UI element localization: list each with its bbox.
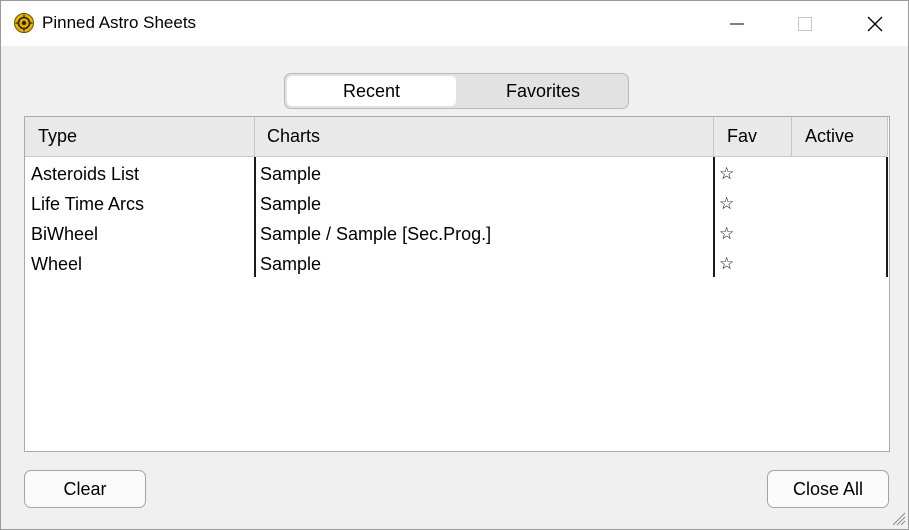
favorite-star-icon[interactable]: ☆ [719, 159, 734, 189]
title-bar[interactable]: Pinned Astro Sheets [1, 1, 908, 46]
table-row[interactable]: Asteroids List Sample ☆ [25, 159, 887, 189]
cell-type: Asteroids List [31, 163, 140, 184]
pinned-sheets-table: Type Charts Fav Active Asteroids List Sa… [24, 116, 890, 452]
window-title: Pinned Astro Sheets [42, 13, 197, 32]
cell-charts: Sample [260, 253, 322, 274]
maximize-icon [798, 16, 812, 31]
column-header-type[interactable]: Type [25, 117, 255, 156]
clear-button[interactable]: Clear [24, 470, 146, 508]
favorite-star-icon[interactable]: ☆ [719, 219, 734, 249]
cell-charts: Sample / Sample [Sec.Prog.] [260, 223, 492, 244]
pinned-astro-sheets-window: Pinned Astro Sheets Recent Favorites Typ… [0, 0, 909, 530]
column-header-active[interactable]: Active [792, 117, 888, 156]
astro-app-icon [14, 13, 34, 33]
column-header-charts[interactable]: Charts [255, 117, 714, 156]
cell-type: Life Time Arcs [31, 193, 145, 214]
tab-recent[interactable]: Recent [287, 76, 456, 106]
cell-charts: Sample [260, 163, 322, 184]
tab-favorites[interactable]: Favorites [458, 74, 628, 108]
resize-grip-icon[interactable] [887, 507, 907, 527]
close-all-button[interactable]: Close All [767, 470, 889, 508]
table-header: Type Charts Fav Active [25, 117, 888, 157]
cell-type: Wheel [31, 253, 83, 274]
table-row[interactable]: Life Time Arcs Sample ☆ [25, 189, 887, 219]
column-header-fav[interactable]: Fav [714, 117, 792, 156]
minimize-button[interactable] [714, 1, 760, 46]
favorite-star-icon[interactable]: ☆ [719, 249, 734, 279]
table-row[interactable]: Wheel Sample ☆ [25, 249, 887, 279]
cell-charts: Sample [260, 193, 322, 214]
maximize-button[interactable] [782, 1, 828, 46]
close-window-button[interactable] [852, 1, 898, 46]
favorite-star-icon[interactable]: ☆ [719, 189, 734, 219]
table-row[interactable]: BiWheel Sample / Sample [Sec.Prog.] ☆ [25, 219, 887, 249]
cell-type: BiWheel [31, 223, 99, 244]
view-tab-switcher: Recent Favorites [284, 73, 629, 109]
close-icon [867, 16, 883, 31]
minimize-icon [730, 23, 744, 24]
